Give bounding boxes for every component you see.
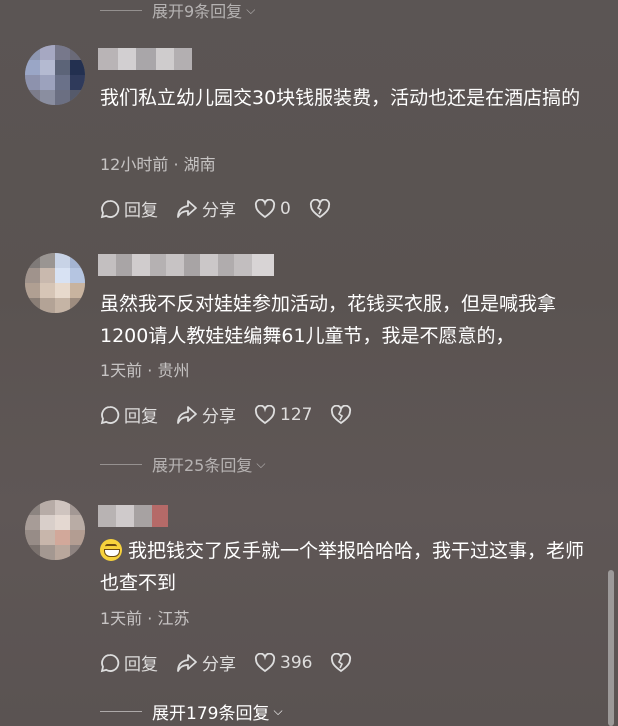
share-arrow-icon xyxy=(177,199,197,218)
comment-bubble-icon xyxy=(100,405,120,424)
heart-icon xyxy=(254,404,276,424)
share-button[interactable]: 分享 xyxy=(176,196,236,221)
comment-bubble-icon xyxy=(100,199,120,218)
like-button[interactable]: 396 xyxy=(254,652,313,673)
dislike-button[interactable] xyxy=(309,198,335,219)
share-button[interactable]: 分享 xyxy=(176,650,236,675)
like-count: 396 xyxy=(280,652,313,673)
expand-replies[interactable]: 展开179条回复 ⌵ xyxy=(100,699,283,724)
reply-button[interactable]: 回复 xyxy=(100,196,158,221)
share-button[interactable]: 分享 xyxy=(176,402,236,427)
share-label: 分享 xyxy=(202,407,236,427)
comment-actions: 回复 分享 396 xyxy=(100,650,374,675)
broken-heart-icon xyxy=(309,198,330,218)
comment-text: 我们私立幼儿园交30块钱服装费，活动也还是在酒店搞的 xyxy=(100,87,581,109)
reply-label: 回复 xyxy=(124,201,158,221)
like-button[interactable]: 127 xyxy=(254,404,313,425)
chevron-down-icon: ⌵ xyxy=(273,704,283,718)
like-count: 0 xyxy=(280,198,291,219)
chevron-down-icon: ⌵ xyxy=(256,456,266,471)
comment-text-body: 我把钱交了反手就一个举报哈哈哈，我干过这事，老师也查不到 xyxy=(100,540,585,594)
comment-meta: 1天前 · 江苏 xyxy=(100,609,190,628)
divider xyxy=(100,9,142,11)
chevron-down-icon: ⌵ xyxy=(246,2,256,17)
share-label: 分享 xyxy=(202,201,236,221)
heart-icon xyxy=(254,198,276,218)
comment-text: 我把钱交了反手就一个举报哈哈哈，我干过这事，老师也查不到 xyxy=(100,535,595,599)
reply-button[interactable]: 回复 xyxy=(100,650,158,675)
username-blurred[interactable] xyxy=(98,254,274,276)
share-arrow-icon xyxy=(177,653,197,672)
dislike-button[interactable] xyxy=(330,652,356,673)
avatar[interactable] xyxy=(25,45,85,105)
dislike-button[interactable] xyxy=(330,404,356,425)
broken-heart-icon xyxy=(331,652,352,672)
expand-replies[interactable]: 展开25条回复 ⌵ xyxy=(100,452,265,476)
broken-heart-icon xyxy=(331,404,352,424)
comment-text: 虽然我不反对娃娃参加活动，花钱买衣服，但是喊我拿1200请人教娃娃编舞61儿童节… xyxy=(100,293,557,347)
expand-label: 展开9条回复 xyxy=(152,2,243,21)
username-blurred[interactable] xyxy=(98,48,192,70)
reply-label: 回复 xyxy=(124,655,158,675)
like-button[interactable]: 0 xyxy=(254,198,291,219)
heart-icon xyxy=(254,652,276,672)
scrollbar[interactable] xyxy=(608,570,614,726)
expand-replies[interactable]: 展开9条回复 ⌵ xyxy=(100,0,255,22)
comment-actions: 回复 分享 127 xyxy=(100,402,374,427)
share-arrow-icon xyxy=(177,405,197,424)
comment-actions: 回复 分享 0 xyxy=(100,196,353,221)
avatar[interactable] xyxy=(25,253,85,313)
divider xyxy=(100,463,142,465)
share-label: 分享 xyxy=(202,655,236,675)
expand-label: 展开25条回复 xyxy=(152,456,253,475)
comment-meta: 12小时前 · 湖南 xyxy=(100,155,216,174)
grin-emoji-icon xyxy=(100,539,122,561)
reply-button[interactable]: 回复 xyxy=(100,402,158,427)
avatar[interactable] xyxy=(25,500,85,560)
like-count: 127 xyxy=(280,404,313,425)
comment-bubble-icon xyxy=(100,653,120,672)
reply-label: 回复 xyxy=(124,407,158,427)
expand-label: 展开179条回复 xyxy=(152,704,270,724)
divider xyxy=(100,711,142,712)
comment-meta: 1天前 · 贵州 xyxy=(100,361,190,380)
username-blurred[interactable] xyxy=(98,505,168,527)
